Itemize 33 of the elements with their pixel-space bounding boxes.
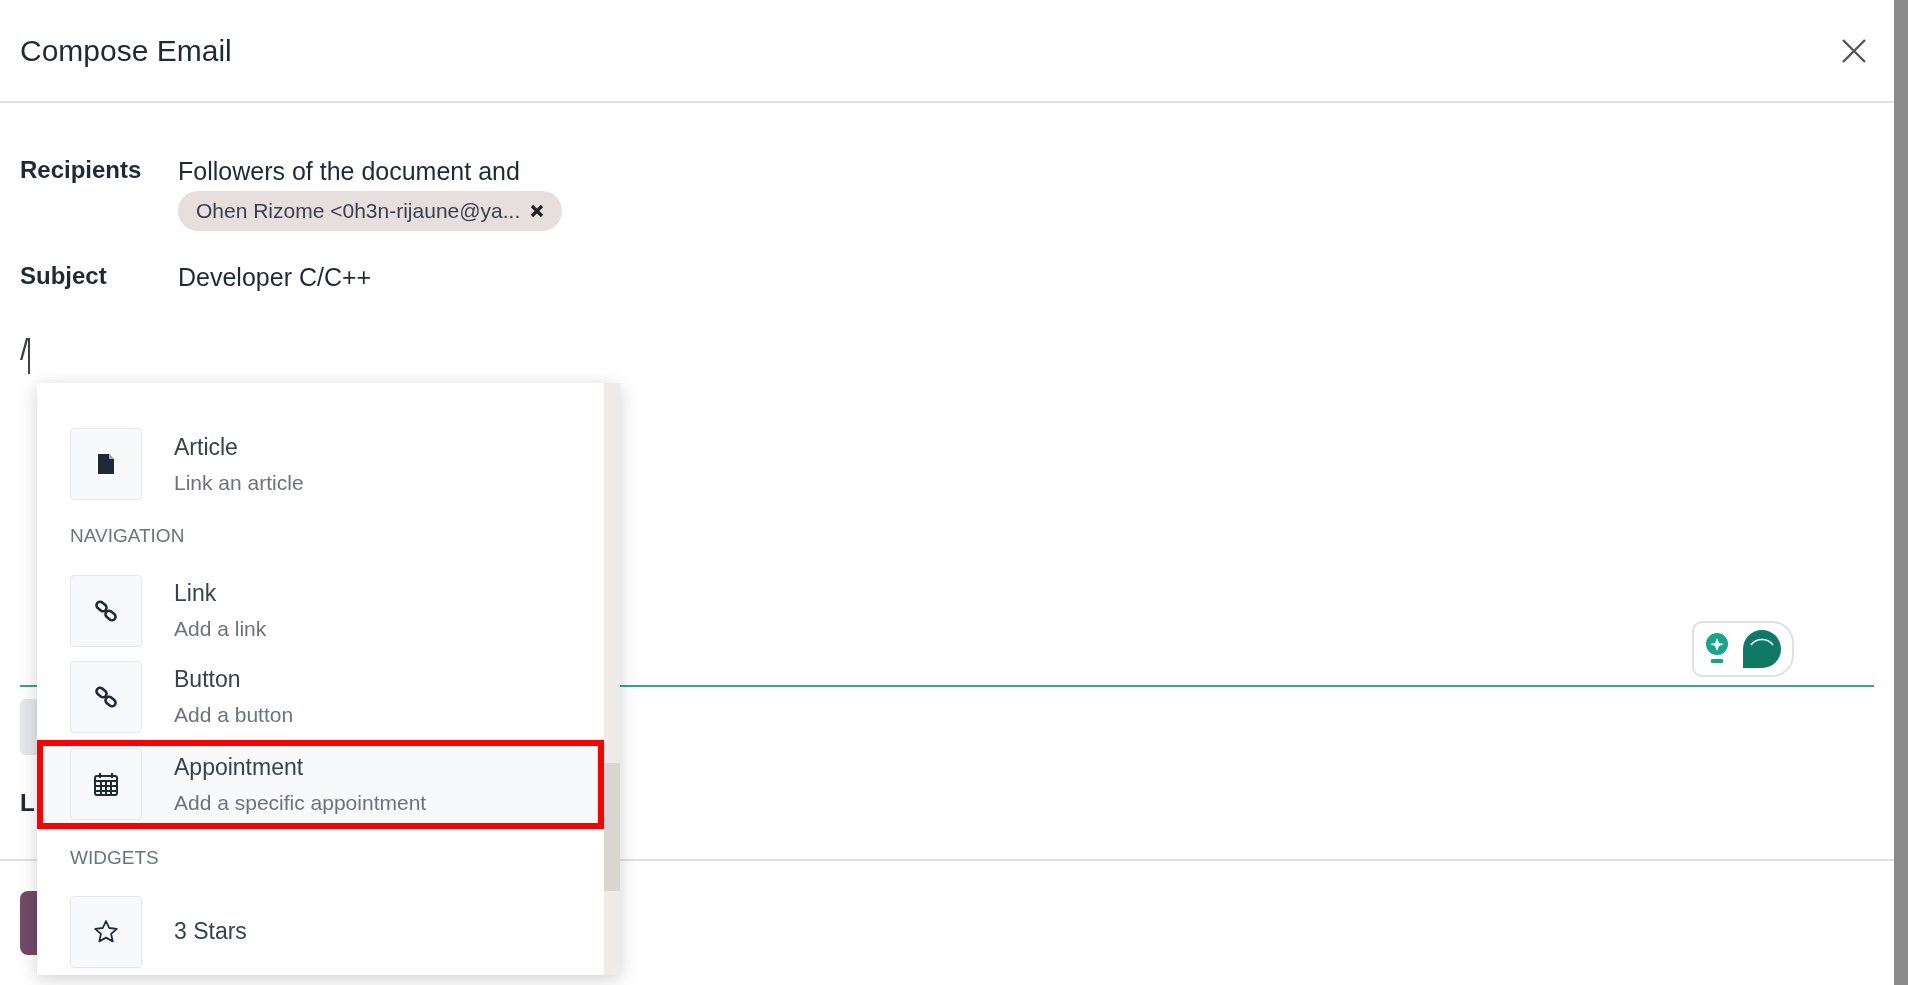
document-icon: [97, 453, 115, 476]
field-value[interactable]: Followers of the document and: [178, 155, 520, 187]
link-icon: [94, 598, 118, 623]
chat-bubble-icon[interactable]: [1742, 629, 1782, 669]
menu-section-header: WIDGETS: [69, 845, 160, 870]
editor-text[interactable]: /: [20, 333, 29, 366]
field-value[interactable]: Developer C/C++: [178, 261, 372, 293]
calendar-icon: [93, 771, 119, 798]
item-title: Button: [174, 666, 242, 694]
item-title: Link: [174, 580, 218, 608]
menu-item[interactable]: Appointment Add a specific appointment: [37, 740, 604, 829]
scrollbar[interactable]: [604, 383, 620, 975]
item-title: Appointment: [174, 753, 305, 781]
item-description: Link an article: [174, 470, 304, 495]
item-title: Article: [174, 433, 239, 461]
remove-icon[interactable]: [530, 204, 545, 218]
field-label: Subject: [20, 261, 108, 291]
dialog-title: Compose Email: [20, 33, 232, 68]
item-title: 3 Stars: [174, 918, 247, 946]
item-description: Add a specific appointment: [174, 790, 427, 815]
item-description: Add a button: [174, 703, 294, 728]
scrollbar-thumb[interactable]: [604, 763, 620, 891]
text-cursor: [28, 337, 31, 374]
menu-section-header: NAVIGATION: [69, 524, 186, 549]
link-icon: [94, 684, 118, 709]
lightbulb-icon[interactable]: [1704, 632, 1730, 666]
item-description: Add a link: [174, 617, 267, 642]
field-label: Recipients: [20, 155, 143, 185]
menu-item[interactable]: 3 Stars: [37, 888, 604, 975]
assistant-widget[interactable]: [1692, 621, 1794, 677]
recipient-tag[interactable]: Ohen Rizome <0h3n-rijaune@ya...: [178, 191, 563, 231]
star-icon: [93, 918, 119, 945]
field-label: L: [20, 789, 35, 818]
